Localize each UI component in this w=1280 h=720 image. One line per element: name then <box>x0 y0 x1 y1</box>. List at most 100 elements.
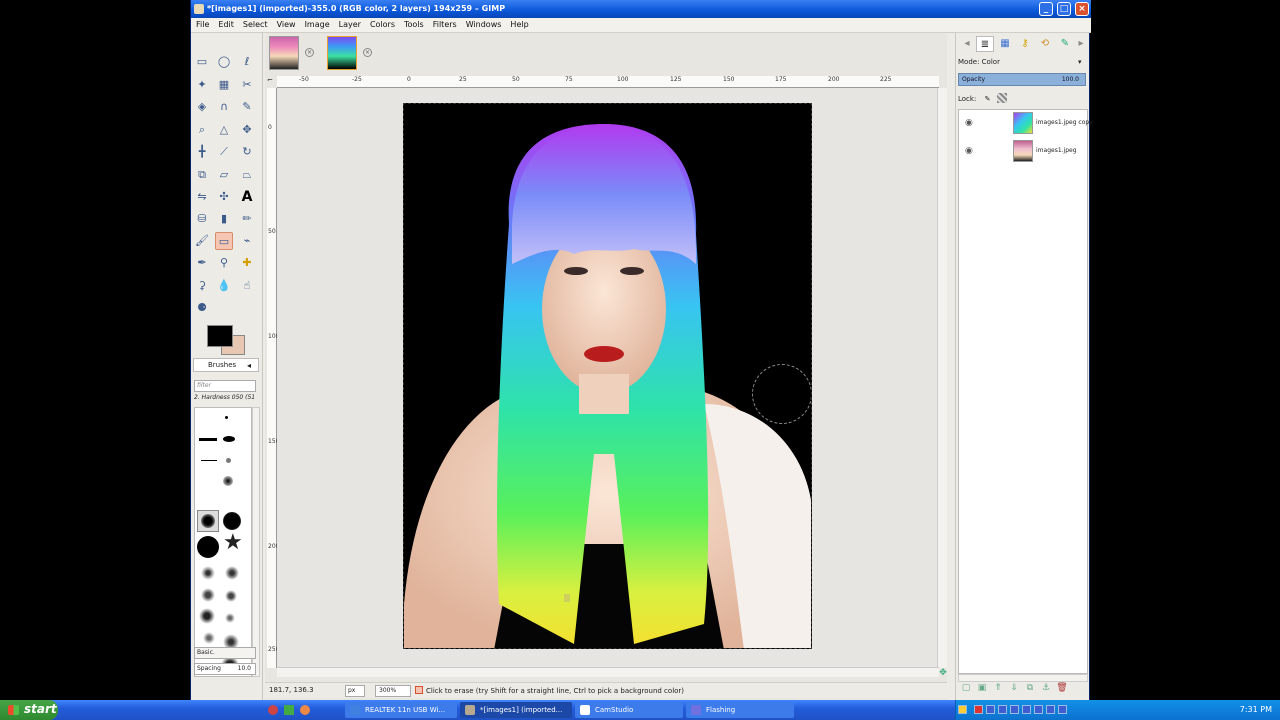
taskbar-item[interactable]: CamStudio <box>575 702 683 718</box>
tab-menu-left-icon[interactable]: ◂ <box>958 36 976 52</box>
mode-dropdown-icon[interactable]: ▾ <box>1078 58 1082 66</box>
menu-edit[interactable]: Edit <box>213 18 238 29</box>
brush-item[interactable] <box>223 476 233 486</box>
unit-select[interactable]: px <box>345 685 365 697</box>
move-icon[interactable]: ✥ <box>238 121 256 139</box>
align-icon[interactable]: ╋ <box>193 143 211 161</box>
channels-tab-icon[interactable]: ▦ <box>996 36 1014 52</box>
tray-icon[interactable] <box>986 705 995 714</box>
tray-icon[interactable] <box>958 705 967 714</box>
layer-mode[interactable]: Mode: Color <box>958 58 1088 69</box>
brush-item[interactable] <box>225 416 228 419</box>
brush-item[interactable] <box>225 566 239 580</box>
new-layer-icon[interactable]: ▢ <box>958 683 974 693</box>
minimize-button[interactable]: _ <box>1039 2 1053 16</box>
anchor-layer-icon[interactable]: ⚓ <box>1038 683 1054 693</box>
lock-pixels-icon[interactable]: ✎ <box>985 95 991 103</box>
flip-icon[interactable]: ⇋ <box>193 188 211 206</box>
dodge-burn-icon[interactable]: ⚈ <box>193 299 211 317</box>
tray-icon[interactable] <box>1010 705 1019 714</box>
ruler-origin-icon[interactable]: ⌐ <box>267 76 277 88</box>
brush-item[interactable] <box>225 590 237 602</box>
blend-icon[interactable]: ▮ <box>215 210 233 228</box>
menu-layer[interactable]: Layer <box>334 18 365 29</box>
menu-tools[interactable]: Tools <box>399 18 428 29</box>
ink-icon[interactable]: ✒ <box>193 254 211 272</box>
quicklaunch-icon[interactable] <box>300 705 310 715</box>
tab-menu-right-icon[interactable]: ▸ <box>1072 36 1090 52</box>
brush-grid[interactable]: ★ <box>194 407 252 677</box>
tray-icon[interactable] <box>1034 705 1043 714</box>
paintbrush-icon[interactable]: 🖌 <box>193 232 211 250</box>
brush-item[interactable] <box>201 514 215 528</box>
taskbar-item[interactable]: REALTEK 11n USB Wi... <box>345 702 457 718</box>
visibility-eye-icon[interactable]: ◉ <box>965 118 973 128</box>
pencil-icon[interactable]: ✏ <box>238 210 256 228</box>
duplicate-layer-icon[interactable]: ⧉ <box>1022 683 1038 693</box>
airbrush-icon[interactable]: ⌁ <box>238 232 256 250</box>
clone-icon[interactable]: ⚲ <box>215 254 233 272</box>
brush-item[interactable] <box>199 608 215 624</box>
quicklaunch-icon[interactable] <box>284 705 294 715</box>
delete-layer-icon[interactable]: 🗑 <box>1054 683 1070 693</box>
lower-layer-icon[interactable]: ⇓ <box>1006 683 1022 693</box>
eraser-icon[interactable]: ▭ <box>215 232 233 250</box>
image-canvas[interactable]: ➤ <box>403 103 812 649</box>
color-picker-icon[interactable]: ✎ <box>238 98 256 116</box>
horizontal-scrollbar[interactable] <box>277 667 939 677</box>
tray-icon[interactable] <box>974 705 983 714</box>
layer-row[interactable]: ◉ images1.jpeg copy <box>959 110 1093 137</box>
vertical-scrollbar[interactable] <box>937 88 947 668</box>
lock-alpha-icon[interactable] <box>996 93 1007 103</box>
fuzzy-select-icon[interactable]: ✦ <box>193 76 211 94</box>
raise-layer-icon[interactable]: ⇑ <box>990 683 1006 693</box>
menu-colors[interactable]: Colors <box>365 18 399 29</box>
brush-item[interactable] <box>201 588 215 602</box>
brush-item[interactable] <box>225 613 235 623</box>
zoom-select[interactable]: 300% <box>375 685 411 697</box>
image-tab-1[interactable] <box>269 36 299 70</box>
vertical-ruler[interactable]: 0 50 100 150 200 250 <box>267 88 279 668</box>
brush-item[interactable] <box>223 512 241 530</box>
new-layer-group-icon[interactable]: ▣ <box>974 683 990 693</box>
layer-list[interactable]: ◉ images1.jpeg copy ◉ images1.jpeg <box>958 109 1093 674</box>
menu-windows[interactable]: Windows <box>461 18 506 29</box>
smudge-icon[interactable]: ☝ <box>238 277 256 295</box>
undo-tab-icon[interactable]: ⟲ <box>1036 36 1054 52</box>
horizontal-ruler[interactable]: -50 -25 0 25 50 75 100 125 150 175 200 2… <box>277 76 939 88</box>
navigate-icon[interactable]: ✥ <box>938 668 948 678</box>
color-select-icon[interactable]: ▦ <box>215 76 233 94</box>
taskbar-item[interactable]: Flashing <box>686 702 794 718</box>
foreground-select-icon[interactable]: ◈ <box>193 98 211 116</box>
brush-item[interactable] <box>199 438 217 441</box>
shear-icon[interactable]: ▱ <box>215 166 233 184</box>
tray-icon[interactable] <box>1046 705 1055 714</box>
brush-preset-select[interactable]: Basic. <box>194 647 256 659</box>
scale-icon[interactable]: ⧉ <box>193 166 211 184</box>
taskbar-item-active[interactable]: *[images1] (imported... <box>460 702 572 718</box>
measure-icon[interactable]: △ <box>215 121 233 139</box>
cage-icon[interactable]: ✣ <box>215 188 233 206</box>
layers-hscrollbar[interactable] <box>958 674 1088 682</box>
image-tab-2[interactable] <box>327 36 357 70</box>
rect-select-icon[interactable]: ▭ <box>193 53 211 71</box>
brush-scrollbar[interactable] <box>252 407 260 677</box>
brush-filter-input[interactable]: filter <box>194 380 256 392</box>
menu-select[interactable]: Select <box>238 18 272 29</box>
quicklaunch-icon[interactable] <box>268 705 278 715</box>
spacing-slider[interactable]: Spacing 10.0 <box>194 663 256 675</box>
close-tab-icon[interactable]: × <box>363 48 372 57</box>
clock[interactable]: 7:31 PM <box>1240 705 1272 714</box>
crop-icon[interactable]: ⟋ <box>215 143 233 161</box>
brush-item[interactable] <box>201 460 217 461</box>
maximize-button[interactable]: □ <box>1057 2 1071 16</box>
ellipse-select-icon[interactable]: ◯ <box>215 53 233 71</box>
scissors-icon[interactable]: ✂ <box>238 76 256 94</box>
rotate-icon[interactable]: ↻ <box>238 143 256 161</box>
free-select-icon[interactable]: ℓ <box>238 53 256 71</box>
text-tool-icon[interactable]: A <box>238 188 256 206</box>
star-brush[interactable]: ★ <box>223 532 243 554</box>
paths-icon[interactable]: ∩ <box>215 98 233 116</box>
zoom-icon[interactable]: ⌕ <box>193 121 211 139</box>
menu-view[interactable]: View <box>272 18 300 29</box>
